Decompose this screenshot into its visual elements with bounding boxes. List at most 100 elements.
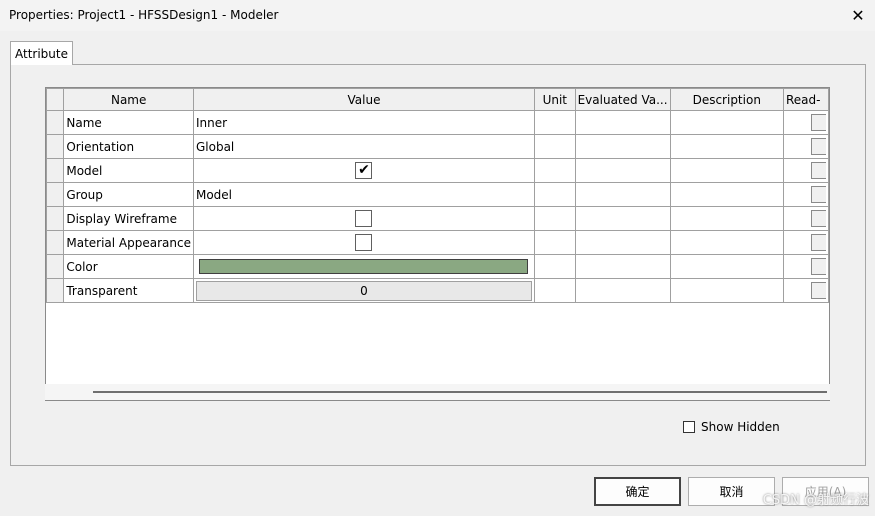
evaluated-cell xyxy=(574,110,671,135)
material-appearance-checkbox[interactable] xyxy=(355,234,373,251)
row-header[interactable] xyxy=(46,278,65,303)
column-header-unit[interactable]: Unit xyxy=(533,88,576,111)
readonly-checkbox[interactable] xyxy=(810,114,826,131)
property-value-checkbox-cell xyxy=(192,206,535,231)
table-row[interactable]: Color xyxy=(46,254,829,279)
readonly-cell xyxy=(782,158,829,183)
show-hidden-checkbox[interactable] xyxy=(683,421,695,433)
title-bar: Properties: Project1 - HFSSDesign1 - Mod… xyxy=(0,0,875,31)
unit-cell xyxy=(533,182,576,207)
description-cell xyxy=(669,182,784,207)
table-row[interactable]: Orientation Global xyxy=(46,134,829,159)
column-header-value[interactable]: Value xyxy=(192,88,535,111)
readonly-cell xyxy=(782,182,829,207)
description-cell xyxy=(669,278,784,303)
column-header-description[interactable]: Description xyxy=(669,88,784,111)
property-name: Name xyxy=(63,110,194,135)
unit-cell xyxy=(533,254,576,279)
row-header[interactable] xyxy=(46,110,65,135)
property-name: Model xyxy=(63,158,194,183)
transparent-value: 0 xyxy=(360,283,368,298)
property-value-checkbox-cell: ✔ xyxy=(192,158,535,183)
close-icon: ✕ xyxy=(851,6,865,25)
table-row[interactable]: Group Model xyxy=(46,182,829,207)
description-cell xyxy=(669,230,784,255)
readonly-cell xyxy=(782,230,829,255)
unit-cell xyxy=(533,134,576,159)
property-value-text[interactable]: Inner xyxy=(192,110,535,135)
property-value-button-cell: 0 xyxy=(192,278,535,303)
readonly-cell xyxy=(782,110,829,135)
property-table: Name Value Unit Evaluated Va... Descript… xyxy=(46,88,829,303)
cancel-label: 取消 xyxy=(719,485,744,499)
readonly-cell xyxy=(782,206,829,231)
window-title: Properties: Project1 - HFSSDesign1 - Mod… xyxy=(9,8,279,22)
display-wireframe-checkbox[interactable] xyxy=(355,210,373,227)
table-row[interactable]: Display Wireframe xyxy=(46,206,829,231)
column-header-name[interactable]: Name xyxy=(63,88,194,111)
show-hidden-label: Show Hidden xyxy=(701,420,780,434)
corner-cell xyxy=(46,88,65,111)
evaluated-cell xyxy=(574,230,671,255)
readonly-checkbox[interactable] xyxy=(810,234,826,251)
ok-label: 确定 xyxy=(625,485,650,499)
evaluated-cell xyxy=(574,254,671,279)
table-row[interactable]: Model ✔ xyxy=(46,158,829,183)
scrollbar-thumb[interactable] xyxy=(93,391,827,393)
property-value-text[interactable]: Model xyxy=(192,182,535,207)
property-value-color-cell xyxy=(192,254,535,279)
unit-cell xyxy=(533,158,576,183)
transparent-button[interactable]: 0 xyxy=(195,280,532,301)
property-name: Transparent xyxy=(63,278,194,303)
readonly-cell xyxy=(782,278,829,303)
table-row[interactable]: Transparent 0 xyxy=(46,278,829,303)
readonly-checkbox[interactable] xyxy=(810,186,826,203)
unit-cell xyxy=(533,110,576,135)
unit-cell xyxy=(533,230,576,255)
row-header[interactable] xyxy=(46,134,65,159)
horizontal-scrollbar[interactable] xyxy=(45,384,830,400)
row-header[interactable] xyxy=(46,158,65,183)
row-header[interactable] xyxy=(46,254,65,279)
row-header[interactable] xyxy=(46,206,65,231)
table-row[interactable]: Material Appearance xyxy=(46,230,829,255)
description-cell xyxy=(669,206,784,231)
property-value-text[interactable]: Global xyxy=(192,134,535,159)
description-cell xyxy=(669,158,784,183)
unit-cell xyxy=(533,278,576,303)
readonly-checkbox[interactable] xyxy=(810,210,826,227)
header-row: Name Value Unit Evaluated Va... Descript… xyxy=(46,88,829,111)
description-cell xyxy=(669,134,784,159)
row-header[interactable] xyxy=(46,230,65,255)
property-value-checkbox-cell xyxy=(192,230,535,255)
tab-label: Attribute xyxy=(15,46,68,61)
checkmark-icon: ✔ xyxy=(358,162,370,178)
tab-attribute[interactable]: Attribute xyxy=(10,41,73,65)
readonly-checkbox[interactable] xyxy=(810,162,826,179)
row-header[interactable] xyxy=(46,182,65,207)
column-header-readonly[interactable]: Read- xyxy=(782,88,829,111)
property-name: Orientation xyxy=(63,134,194,159)
unit-cell xyxy=(533,206,576,231)
description-cell xyxy=(669,254,784,279)
readonly-checkbox[interactable] xyxy=(810,282,826,299)
watermark: CSDN @射频行波 xyxy=(762,493,869,508)
show-hidden-toggle[interactable]: Show Hidden xyxy=(683,420,780,434)
color-swatch[interactable] xyxy=(199,259,529,274)
readonly-cell xyxy=(782,134,829,159)
close-button[interactable]: ✕ xyxy=(841,0,875,31)
readonly-checkbox[interactable] xyxy=(810,258,826,275)
readonly-checkbox[interactable] xyxy=(810,138,826,155)
evaluated-cell xyxy=(574,278,671,303)
table-row[interactable]: Name Inner xyxy=(46,110,829,135)
property-name: Material Appearance xyxy=(63,230,194,255)
ok-button[interactable]: 确定 xyxy=(594,477,681,506)
description-cell xyxy=(669,110,784,135)
readonly-cell xyxy=(782,254,829,279)
evaluated-cell xyxy=(574,158,671,183)
model-checkbox[interactable]: ✔ xyxy=(355,162,373,179)
property-name: Display Wireframe xyxy=(63,206,194,231)
column-header-evaluated[interactable]: Evaluated Va... xyxy=(574,88,671,111)
property-name: Group xyxy=(63,182,194,207)
evaluated-cell xyxy=(574,206,671,231)
